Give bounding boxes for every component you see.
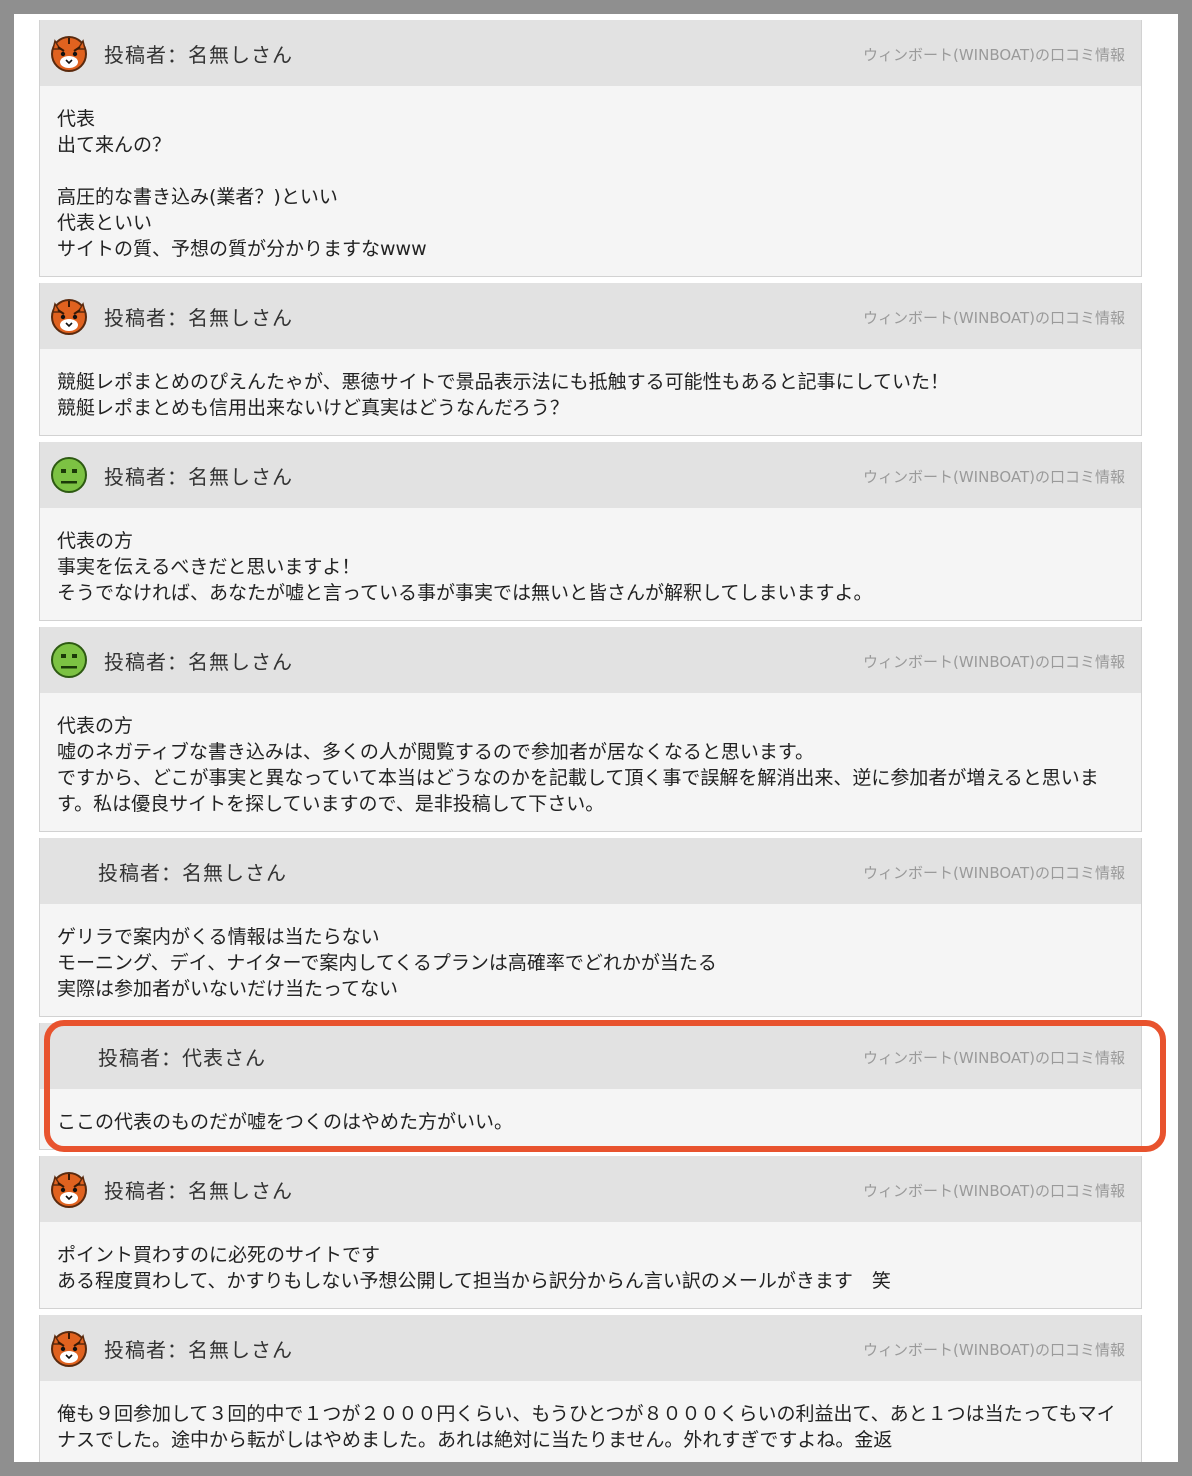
review-post: 投稿者：名無しさん ウィンボート(WINBOAT)の口コミ情報俺も９回参加して３回… [39,1315,1142,1462]
review-post: 投稿者：名無しさん ウィンボート(WINBOAT)の口コミ情報代表の方事実を伝える… [39,442,1142,621]
post-body: 代表の方嘘のネガティブな書き込みは、多くの人が閲覧するので参加者が居なくなると思… [40,693,1141,831]
post-header: 投稿者：名無しさん ウィンボート(WINBOAT)の口コミ情報 [40,283,1141,349]
tiger-icon [48,32,90,74]
source-link[interactable]: ウィンボート(WINBOAT)の口コミ情報 [863,1180,1125,1201]
post-text-line: モーニング、デイ、ナイターで案内してくるプランは高確率でどれかが当たる [57,952,717,974]
post-text-line: 出て来んの？ [57,134,172,156]
post-text-line: 嘘のネガティブな書き込みは、多くの人が閲覧するので参加者が居なくなると思います。 [57,741,814,763]
post-text-line: 代表 [57,108,96,130]
post-body: 代表出て来んの？ 高圧的な書き込み(業者？)といい 代表といいサイトの質、予想の質が… [40,86,1141,276]
review-list: 投稿者：名無しさん ウィンボート(WINBOAT)の口コミ情報 代表 出て来んの？ 高圧… [39,20,1142,1462]
tiger-icon [48,1327,90,1369]
post-text-line: サイトの質、予想の質が分かりますなwww [57,238,427,260]
post-text-line [57,158,1123,184]
post-header: 投稿者：名無しさん ウィンボート(WINBOAT)の口コミ情報 [40,1315,1141,1381]
poster-name: 投稿者：名無しさん [104,1337,293,1362]
post-text-line: 実際は参加者がいないだけ当たってない [57,978,399,1000]
review-post: 投稿者：名無しさん ウィンボート(WINBOAT)の口コミ情報競艇レポまとめのぴえ… [39,283,1142,436]
post-header: 投稿者：代表さん ウィンボート(WINBOAT)の口コミ情報 [40,1023,1141,1089]
post-text-line: 競艇レポまとめも信用出来ないけど真実はどうなんだろう？ [57,397,569,419]
source-link[interactable]: ウィンボート(WINBOAT)の口コミ情報 [863,651,1125,672]
poster-name: 投稿者：名無しさん [104,1178,293,1203]
post-header: 投稿者：名無しさん ウィンボート(WINBOAT)の口コミ情報 [40,442,1141,508]
review-post: 投稿者：名無しさん ウィンボート(WINBOAT)の口コミ情報ゲリラで案内がくる情… [39,838,1142,1017]
post-body: ポイント買わすのに必死のサイトですある程度買わして、かすりもしない予想公開して担… [40,1222,1141,1308]
green-face-icon [48,454,90,496]
review-post: 投稿者：名無しさん ウィンボート(WINBOAT)の口コミ情報代表出て来んの？ 高圧… [39,20,1142,277]
tiger-icon [48,1168,90,1210]
poster-name: 投稿者：代表さん [98,1045,266,1070]
page: 投稿者：名無しさん ウィンボート(WINBOAT)の口コミ情報 代表 出て来んの？ 高圧… [14,14,1178,1462]
review-post-highlighted: 投稿者：代表さん ウィンボート(WINBOAT)の口コミ情報ここの代表のものだが嘘… [39,1023,1142,1150]
post-text-line: ゲリラで案内がくる情報は当たらない [57,926,380,948]
post-text-line: 俺も９回参加して３回的中で１つが２０００円くらい、もうひとつが８０００くらいの利… [57,1403,1116,1451]
poster-name: 投稿者：名無しさん [104,649,293,674]
post-body: 代表の方事実を伝えるべきだと思いますよ！ そうでなければ、あなたが嘘と言っている事… [40,508,1141,620]
review-post: 投稿者：名無しさん ウィンボート(WINBOAT)の口コミ情報ポイント買わすのに必… [39,1156,1142,1309]
source-link[interactable]: ウィンボート(WINBOAT)の口コミ情報 [863,307,1125,328]
poster-name: 投稿者：名無しさん [98,860,287,885]
post-body: ここの代表のものだが嘘をつくのはやめた方がいい。 [40,1089,1141,1149]
post-text-line: 代表の方 [57,715,134,737]
post-header: 投稿者：名無しさん ウィンボート(WINBOAT)の口コミ情報 [40,20,1141,86]
source-link[interactable]: ウィンボート(WINBOAT)の口コミ情報 [863,1047,1125,1068]
post-body: ゲリラで案内がくる情報は当たらないモーニング、デイ、ナイターで案内してくるプラン… [40,904,1141,1016]
poster-name: 投稿者：名無しさん [104,464,293,489]
source-link[interactable]: ウィンボート(WINBOAT)の口コミ情報 [863,1339,1125,1360]
review-post: 投稿者：名無しさん ウィンボート(WINBOAT)の口コミ情報代表の方嘘のネガティ… [39,627,1142,832]
poster-name: 投稿者：名無しさん [104,305,293,330]
source-link[interactable]: ウィンボート(WINBOAT)の口コミ情報 [863,862,1125,883]
post-text-line: ですから、どこが事実と異なっていて本当はどうなのかを記載して頂く事で誤解を解消出… [57,767,1099,815]
post-header: 投稿者：名無しさん ウィンボート(WINBOAT)の口コミ情報 [40,1156,1141,1222]
poster-name: 投稿者：名無しさん [104,42,293,67]
post-text-line: 競艇レポまとめのぴえんたゃが、悪徳サイトで景品表示法にも抵触する可能性もあると記… [57,371,950,393]
post-header: 投稿者：名無しさん ウィンボート(WINBOAT)の口コミ情報 [40,838,1141,904]
source-link[interactable]: ウィンボート(WINBOAT)の口コミ情報 [863,44,1125,65]
avatar-placeholder [48,850,84,892]
source-link[interactable]: ウィンボート(WINBOAT)の口コミ情報 [863,466,1125,487]
post-text-line: ここの代表のものだが嘘をつくのはやめた方がいい。 [57,1111,514,1133]
post-text-line: 代表の方 [57,530,134,552]
post-text-line: 高圧的な書き込み(業者？)といい [57,186,338,208]
post-text-line: そうでなければ、あなたが嘘と言っている事が事実では無いと皆さんが解釈してしまいま… [57,582,873,604]
post-text-line: ポイント買わすのに必死のサイトです [57,1244,381,1266]
post-body: 競艇レポまとめのぴえんたゃが、悪徳サイトで景品表示法にも抵触する可能性もあると記… [40,349,1141,435]
avatar-placeholder [48,1035,84,1077]
post-text-line: 代表といい [57,212,153,234]
green-face-icon [48,639,90,681]
post-body: 俺も９回参加して３回的中で１つが２０００円くらい、もうひとつが８０００くらいの利… [40,1381,1141,1462]
tiger-icon [48,295,90,337]
post-header: 投稿者：名無しさん ウィンボート(WINBOAT)の口コミ情報 [40,627,1141,693]
post-text-line: 事実を伝えるべきだと思いますよ！ [57,556,361,578]
post-text-line: ある程度買わして、かすりもしない予想公開して担当から訳分からん言い訳のメールがき… [57,1270,891,1292]
